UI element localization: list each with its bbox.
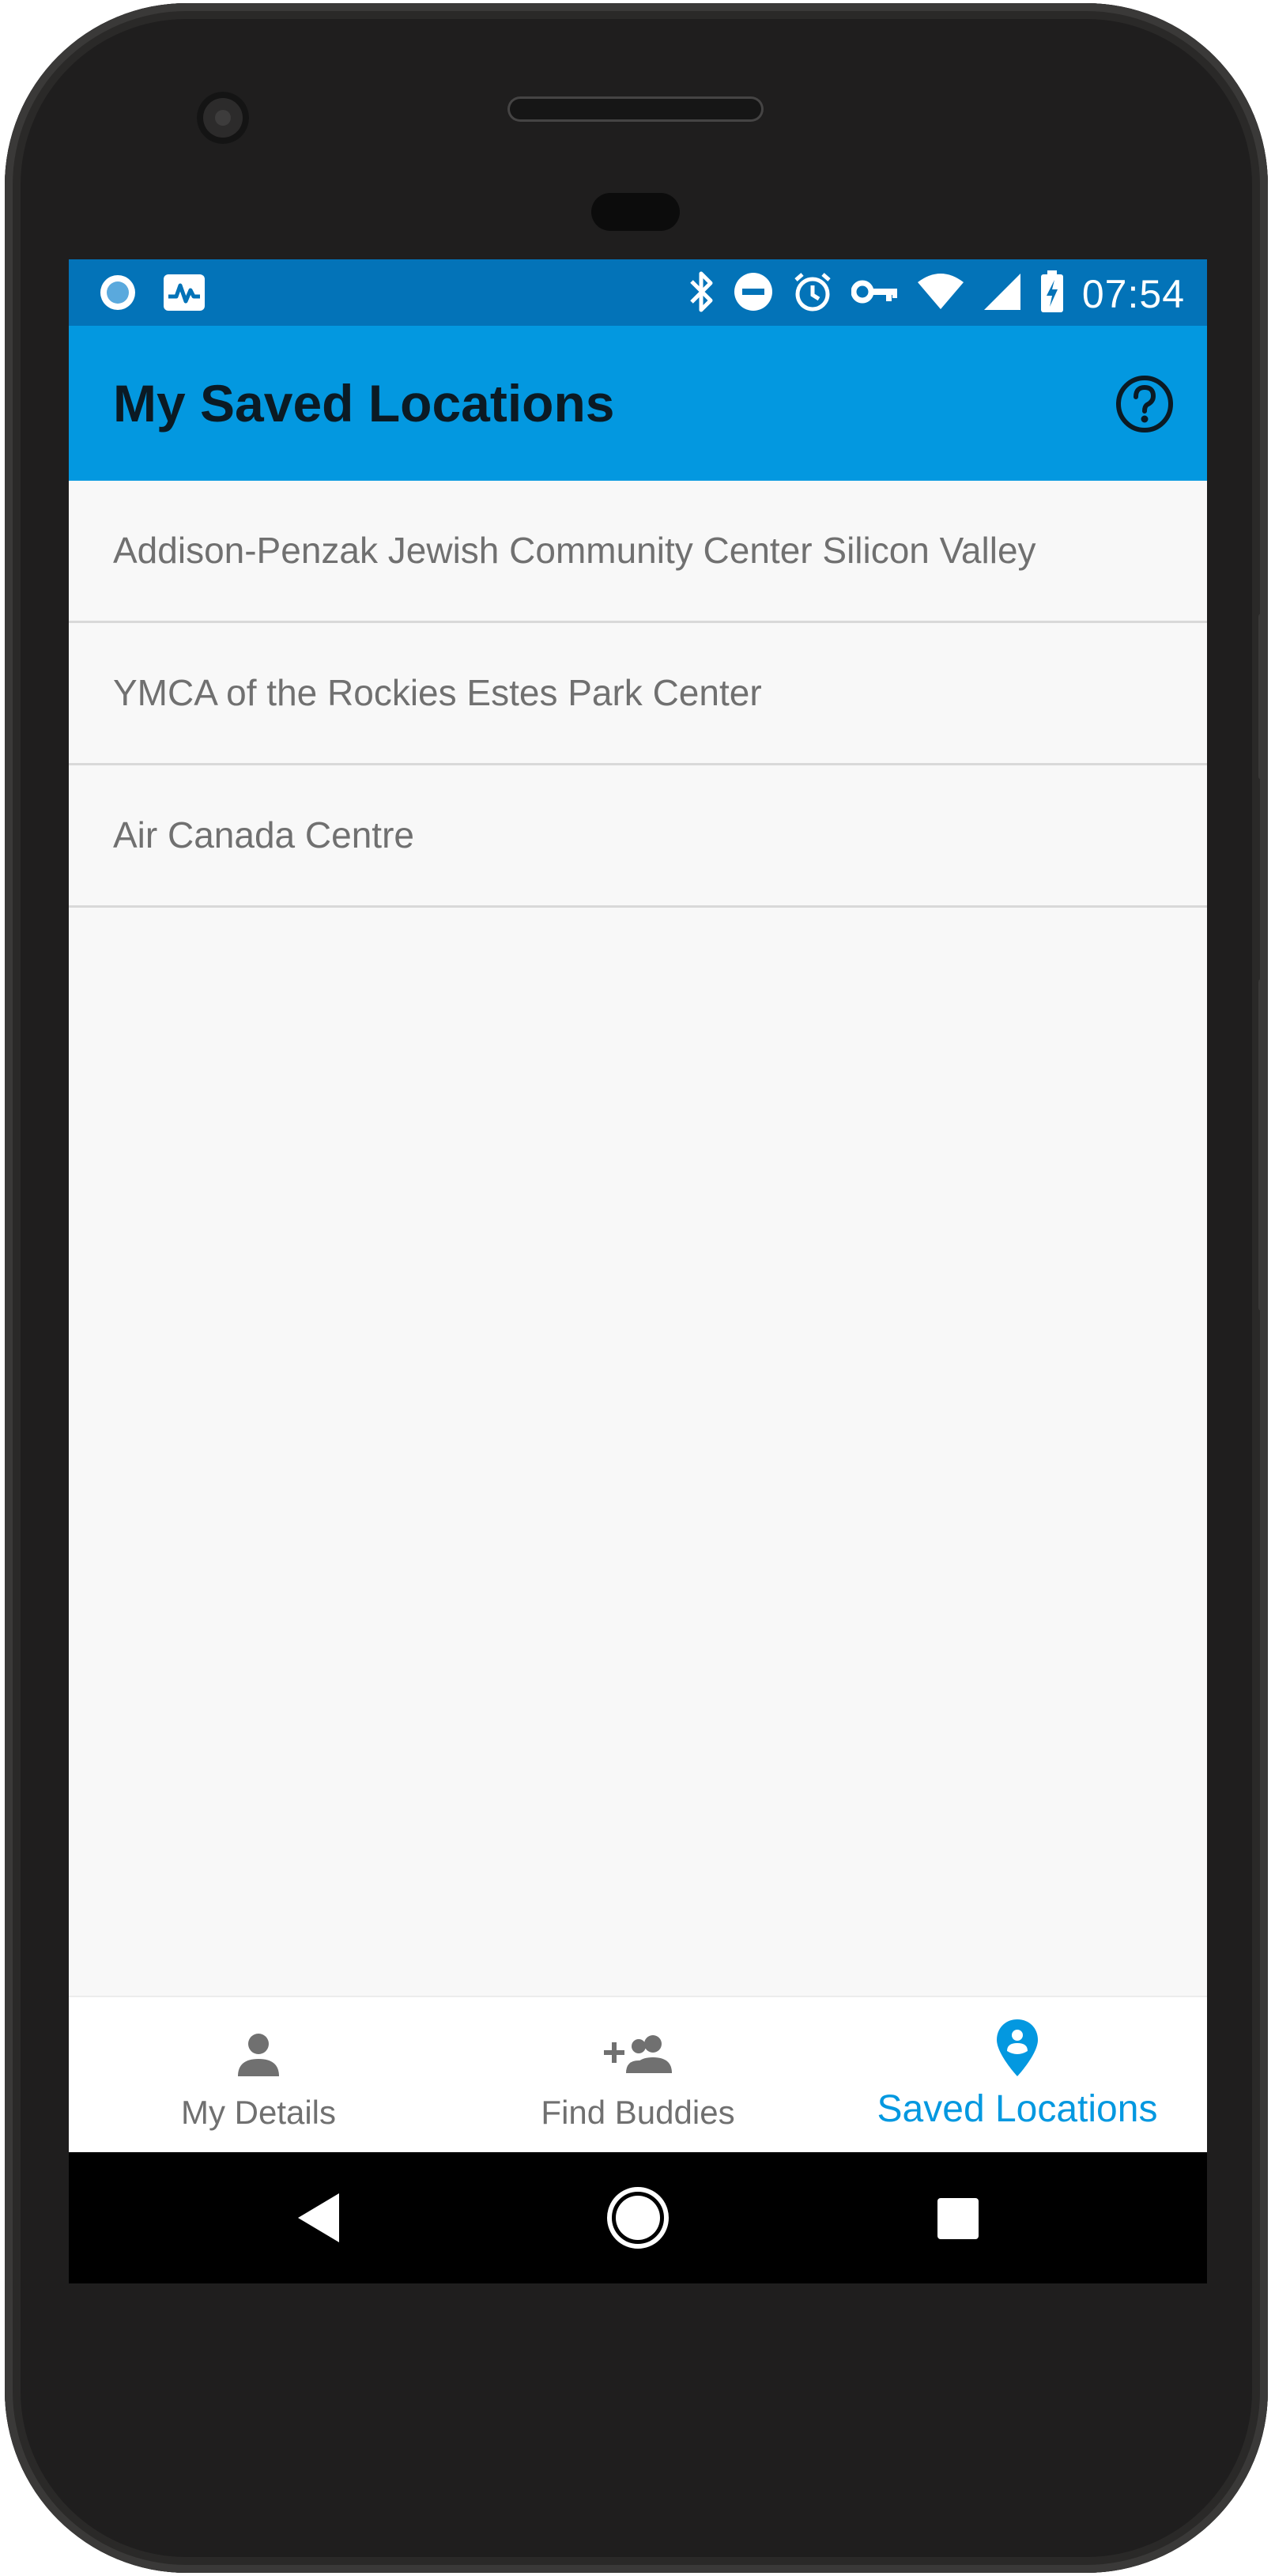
home-icon[interactable] <box>605 2185 670 2254</box>
front-camera <box>197 92 249 144</box>
bottom-navigation: My Details Find Buddies Saved Locations <box>69 1996 1207 2154</box>
battery-charging-icon <box>1039 270 1065 317</box>
system-navigation-bar <box>69 2152 1207 2283</box>
location-name: Addison-Penzak Jewish Community Center S… <box>113 530 1036 571</box>
add-people-icon <box>602 2030 673 2082</box>
alarm-icon <box>791 270 834 317</box>
wifi-icon <box>916 273 965 315</box>
phone-frame: 07:54 My Saved Locations Addison-Penzak … <box>5 3 1268 2573</box>
bluetooth-icon <box>688 270 715 317</box>
location-pin-icon <box>995 2018 1039 2082</box>
help-button[interactable] <box>1114 373 1175 435</box>
activity-monitor-icon <box>162 273 206 316</box>
page-title: My Saved Locations <box>113 374 615 432</box>
screen: 07:54 My Saved Locations Addison-Penzak … <box>69 259 1207 2283</box>
recents-icon[interactable] <box>937 2197 979 2244</box>
list-item[interactable]: Addison-Penzak Jewish Community Center S… <box>69 481 1207 623</box>
status-bar: 07:54 <box>69 259 1207 326</box>
location-name: YMCA of the Rockies Estes Park Center <box>113 672 762 713</box>
nav-item-find-buddies[interactable]: Find Buddies <box>448 1997 828 2154</box>
power-button <box>1258 614 1268 780</box>
list-item[interactable]: YMCA of the Rockies Estes Park Center <box>69 623 1207 765</box>
nav-label: Saved Locations <box>877 2088 1158 2130</box>
back-icon[interactable] <box>295 2192 342 2248</box>
list-item[interactable]: Air Canada Centre <box>69 765 1207 908</box>
person-icon <box>235 2030 282 2082</box>
circle-app-icon <box>97 272 138 317</box>
app-bar: My Saved Locations <box>69 326 1207 481</box>
earpiece-speaker <box>507 96 764 122</box>
nav-item-saved-locations[interactable]: Saved Locations <box>828 1997 1207 2154</box>
do-not-disturb-icon <box>733 271 774 316</box>
vpn-key-icon <box>851 276 899 312</box>
proximity-sensor <box>591 193 680 231</box>
help-circle-icon <box>1116 376 1173 432</box>
nav-label: Find Buddies <box>541 2094 735 2131</box>
cell-signal-icon <box>983 272 1022 315</box>
nav-item-my-details[interactable]: My Details <box>69 1997 448 2154</box>
nav-label: My Details <box>180 2094 337 2131</box>
status-time: 07:54 <box>1081 271 1185 316</box>
volume-button <box>1258 979 1268 1311</box>
saved-locations-list: Addison-Penzak Jewish Community Center S… <box>69 481 1207 908</box>
location-name: Air Canada Centre <box>113 814 414 856</box>
